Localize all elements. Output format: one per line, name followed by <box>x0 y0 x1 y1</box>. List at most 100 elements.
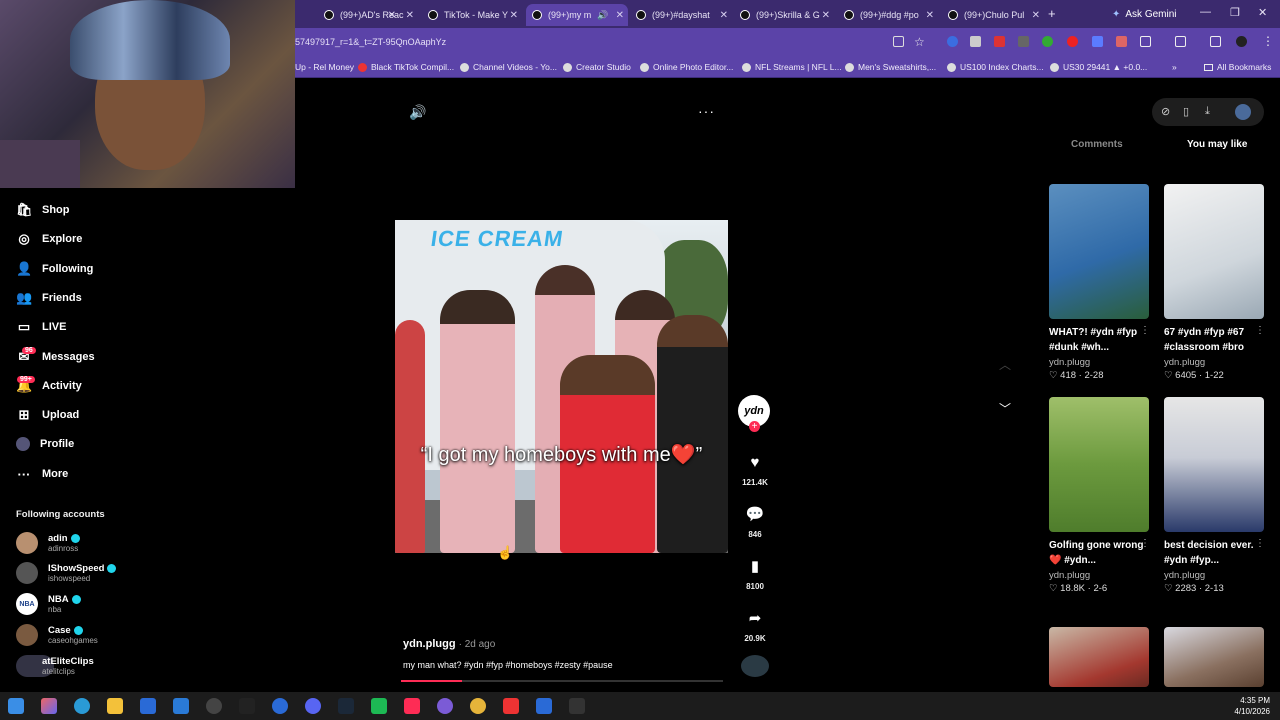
recommended-title[interactable]: best decision ever. #ydn #fyp... <box>1164 538 1264 568</box>
bookmark-item[interactable]: US100 Index Charts... <box>947 62 1044 72</box>
sidebar-item-friends[interactable]: 👥 Friends <box>16 288 82 308</box>
extensions-puzzle-icon[interactable] <box>1140 36 1151 47</box>
app-icon[interactable] <box>206 698 222 714</box>
previous-video-icon[interactable]: ︿ <box>999 356 1011 373</box>
bookmark-item[interactable]: US30 29441 ▲ +0.0... <box>1050 62 1147 72</box>
browser-tab[interactable]: (99+)Skrilla & G ✕ <box>734 4 834 26</box>
comment-button[interactable]: 💬 846 <box>738 500 772 539</box>
browser-tab[interactable]: (99+)#ddg #po ✕ <box>838 4 938 26</box>
steam-icon[interactable] <box>338 698 354 714</box>
file-explorer-icon[interactable] <box>107 698 123 714</box>
recommended-thumbnail[interactable] <box>1164 627 1264 687</box>
sidebar-item-shop[interactable]: 🛍 Shop <box>16 200 70 220</box>
bookmarks-overflow-icon[interactable]: » <box>1172 62 1177 72</box>
recommended-user[interactable]: ydn.plugg <box>1164 357 1205 368</box>
sidebar-item-upload[interactable]: ⊞ Upload <box>16 405 80 425</box>
app-icon[interactable] <box>272 698 288 714</box>
restore-icon[interactable]: ❐ <box>1230 6 1240 19</box>
following-account[interactable]: NBA NBA nba <box>16 593 81 615</box>
recommended-thumbnail[interactable] <box>1164 397 1264 532</box>
extension-icon[interactable] <box>994 36 1005 47</box>
following-account[interactable]: atEliteClips atelitclips <box>16 655 94 677</box>
app-icon[interactable] <box>503 698 519 714</box>
more-options-icon[interactable]: ⋮ <box>1140 325 1150 336</box>
recommended-thumbnail[interactable] <box>1164 184 1264 319</box>
tab-comments[interactable]: Comments <box>1071 139 1123 150</box>
download-icon[interactable]: ⤓ <box>1205 105 1210 118</box>
extension-icon[interactable] <box>1042 36 1053 47</box>
store-icon[interactable] <box>140 698 156 714</box>
browser-tab[interactable]: (99+)Chulo Pul ✕ <box>942 4 1044 26</box>
sound-disc-icon[interactable] <box>741 655 769 677</box>
more-options-icon[interactable]: ⋮ <box>1255 538 1265 549</box>
epic-games-icon[interactable] <box>239 698 255 714</box>
recommended-title[interactable]: WHAT?! #ydn #fyp #dunk #wh... <box>1049 325 1149 355</box>
sidebar-item-profile[interactable]: Profile <box>16 434 74 454</box>
following-account[interactable]: IShowSpeed ishowspeed <box>16 562 117 584</box>
follow-plus-icon[interactable]: + <box>749 421 760 432</box>
share-button[interactable]: ➦ 20.9K <box>738 604 772 643</box>
sidebar-item-live[interactable]: ▭ LIVE <box>16 317 67 337</box>
sidebar-item-more[interactable]: ··· More <box>16 464 69 484</box>
discord-icon[interactable] <box>305 698 321 714</box>
recommended-title[interactable]: 67 #ydn #fyp #67 #classroom #bro <box>1164 325 1264 355</box>
recommended-thumbnail[interactable] <box>1049 397 1149 532</box>
close-icon[interactable]: ✕ <box>510 10 518 21</box>
video-author[interactable]: ydn.plugg · 2d ago <box>403 638 495 650</box>
mail-icon[interactable] <box>173 698 189 714</box>
following-account[interactable]: Case caseohgames <box>16 624 98 646</box>
bookmark-item[interactable]: Online Photo Editor... <box>640 62 733 72</box>
bookmark-star-icon[interactable]: ☆ <box>914 35 925 49</box>
extension-icon[interactable] <box>1116 36 1127 47</box>
side-panel-icon[interactable] <box>1175 36 1186 47</box>
bookmark-item[interactable]: NFL Streams | NFL L... <box>742 62 842 72</box>
like-button[interactable]: ♥ 121.4K <box>738 448 772 488</box>
extension-icon[interactable] <box>1067 36 1078 47</box>
browser-tab[interactable]: (99+)#dayshat ✕ <box>630 4 732 26</box>
tab-you-may-like[interactable]: You may like <box>1187 139 1247 150</box>
app-icon[interactable] <box>371 698 387 714</box>
bookmark-item[interactable]: Men's Sweatshirts,... <box>845 62 936 72</box>
extension-icon[interactable] <box>947 36 958 47</box>
edge-icon[interactable] <box>74 698 90 714</box>
video-options-icon[interactable]: ··· <box>698 103 715 119</box>
more-options-icon[interactable]: ⋮ <box>1140 538 1150 549</box>
sidebar-item-explore[interactable]: ◎ Explore <box>16 229 82 249</box>
bookmark-item[interactable]: Black TikTok Compil... <box>358 62 454 72</box>
chrome-icon[interactable] <box>470 698 486 714</box>
app-icon[interactable] <box>569 698 585 714</box>
bookmark-item[interactable]: Creator Studio <box>563 62 631 72</box>
all-bookmarks-button[interactable]: All Bookmarks <box>1204 62 1271 72</box>
close-icon[interactable]: ✕ <box>616 10 624 21</box>
bookmark-item[interactable]: Up - Rel Money <box>295 62 354 72</box>
volume-icon[interactable]: 🔊 <box>409 104 426 121</box>
video-progress-bar[interactable] <box>401 680 723 682</box>
close-icon[interactable]: ✕ <box>926 10 934 21</box>
more-options-icon[interactable]: ⋮ <box>1255 325 1265 336</box>
bookmark-item[interactable]: Channel Videos - Yo... <box>460 62 557 72</box>
browser-tab[interactable]: (99+)AD's Reac ✕ <box>318 4 418 26</box>
recommended-user[interactable]: ydn.plugg <box>1164 570 1205 581</box>
media-control-icon[interactable] <box>1210 36 1221 47</box>
compass-icon[interactable]: ⊘ <box>1161 105 1170 118</box>
browser-tab-active[interactable]: (99+)my m 🔊 ✕ <box>526 4 628 26</box>
app-icon[interactable] <box>536 698 552 714</box>
cast-icon[interactable] <box>893 36 904 47</box>
copilot-icon[interactable] <box>41 698 57 714</box>
save-button[interactable]: ▮ 8100 <box>738 552 772 591</box>
browser-menu-icon[interactable]: ⋮ <box>1262 34 1274 48</box>
window-close-icon[interactable]: ✕ <box>1258 6 1267 19</box>
recommended-user[interactable]: ydn.plugg <box>1049 570 1090 581</box>
recommended-thumbnail[interactable] <box>1049 627 1149 687</box>
profile-avatar-icon[interactable] <box>1235 104 1251 120</box>
extension-icon[interactable] <box>970 36 981 47</box>
close-icon[interactable]: ✕ <box>822 10 830 21</box>
new-tab-button[interactable]: + <box>1048 6 1056 21</box>
close-icon[interactable]: ✕ <box>1032 10 1040 21</box>
following-account[interactable]: adin adinross <box>16 532 80 554</box>
next-video-icon[interactable]: ﹀ <box>999 400 1011 417</box>
windows-start-icon[interactable] <box>8 698 24 714</box>
taskbar-clock[interactable]: 4:35 PM 4/10/2026 <box>1234 695 1270 717</box>
video-player[interactable]: ICE CREAM “I got my homeboys with me❤️” <box>395 220 728 553</box>
device-icon[interactable]: ▯ <box>1183 105 1189 118</box>
